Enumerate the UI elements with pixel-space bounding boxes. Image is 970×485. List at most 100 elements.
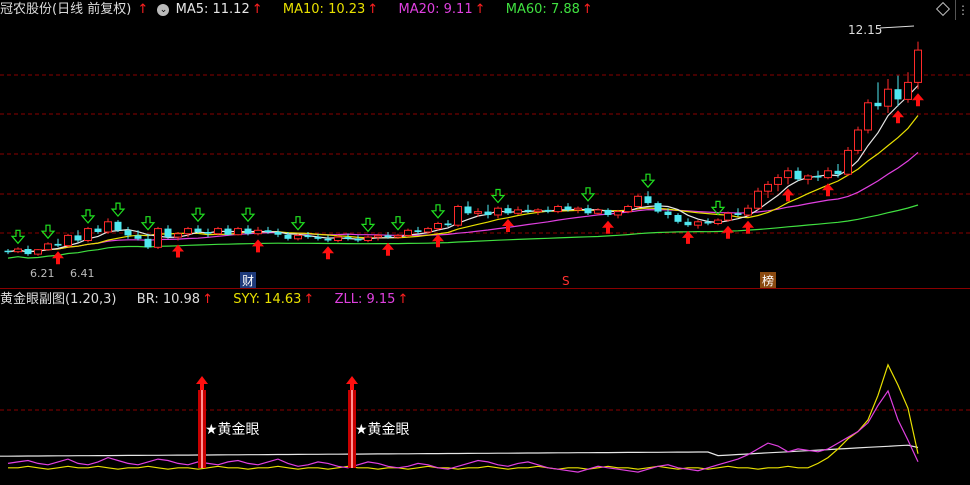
candle-body <box>4 250 12 253</box>
buy-arrow <box>682 230 694 244</box>
ma20-up-icon: ↑ <box>474 2 486 17</box>
candle-body <box>784 170 792 179</box>
candle-body <box>354 238 362 241</box>
candle-body <box>214 228 222 235</box>
buy-arrow <box>322 246 334 260</box>
candle-body <box>714 219 722 225</box>
sub-chart: ★黄金眼 ★黄金眼 <box>0 363 970 473</box>
candle-body <box>684 221 692 226</box>
candle-body <box>514 209 522 214</box>
candle-body <box>484 211 492 215</box>
stock-title[interactable]: 冠农股份(日线 前复权) <box>0 2 131 17</box>
candle-body <box>864 102 872 131</box>
candle-body <box>844 149 852 175</box>
high-price-pointer <box>879 25 915 29</box>
candle-body <box>394 234 402 238</box>
main-chart: 12.15 6.21 6.41 财 S 榜 <box>0 23 970 288</box>
candle-body <box>664 211 672 215</box>
candle-body <box>614 211 622 216</box>
candle-body <box>914 49 922 83</box>
candle-body <box>854 129 862 151</box>
sell-arrow <box>640 173 656 189</box>
buy-arrow <box>892 110 904 124</box>
candle-body <box>114 221 122 231</box>
zll-value: ZLL: 9.15 <box>334 292 396 307</box>
candle-body <box>304 235 312 238</box>
candle-body <box>534 209 542 213</box>
candle-body <box>14 248 22 253</box>
candle-body <box>64 234 72 247</box>
candle-body <box>224 228 232 235</box>
candle-body <box>524 209 532 212</box>
candle-body <box>344 237 352 239</box>
panel-toggle-icon[interactable]: ⋮ <box>955 0 970 20</box>
zll-line <box>7 389 919 473</box>
candle-body <box>234 228 242 236</box>
buy-arrow <box>252 239 264 253</box>
low-price-label: 6.21 <box>30 267 55 280</box>
candle-body <box>604 209 612 215</box>
candle-body <box>104 221 112 233</box>
buy-arrow <box>502 219 514 232</box>
sell-arrow <box>490 188 506 204</box>
collapse-icon[interactable]: ⌄ <box>157 3 170 16</box>
main-legend: 冠农股份(日线 前复权) ↑ ⌄ MA5: 11.12 ↑ MA10: 10.23… <box>0 0 595 20</box>
candle-body <box>794 170 802 180</box>
candle-body <box>634 195 642 208</box>
candle-body <box>574 207 582 211</box>
candle-body <box>554 206 562 213</box>
candle-body <box>44 243 52 251</box>
buy-arrow <box>432 234 444 248</box>
ma20-line <box>7 151 919 253</box>
signal-bar-highlight <box>201 390 203 468</box>
candle-body <box>744 207 752 216</box>
sell-arrow <box>110 202 126 218</box>
candle-body <box>294 234 302 240</box>
candle-body <box>594 209 602 214</box>
sell-arrow <box>390 216 406 231</box>
candle-body <box>384 235 392 238</box>
candle-body <box>654 203 662 212</box>
sell-arrow <box>40 224 56 240</box>
candle-body <box>194 228 202 232</box>
ma5-value: MA5: 11.12 <box>175 2 250 17</box>
event-marker: 榜 <box>762 273 774 288</box>
sell-arrow <box>10 229 26 245</box>
syy-up-icon: ↑ <box>303 292 315 307</box>
candle-body <box>134 235 142 239</box>
sell-arrow <box>290 216 306 231</box>
candle-body <box>474 211 482 214</box>
signal-bar-highlight <box>351 390 353 468</box>
candle-body <box>144 238 152 248</box>
sell-arrow <box>430 204 446 219</box>
candle-body <box>284 234 292 239</box>
buy-arrow <box>382 242 394 256</box>
sell-arrow <box>190 207 206 223</box>
ma5-line <box>7 85 919 253</box>
sub-title[interactable]: 黄金眼副图(1.20,3) <box>0 292 117 307</box>
candle-body <box>244 228 252 234</box>
buy-arrow <box>722 225 734 239</box>
diamond-icon[interactable] <box>935 1 951 17</box>
candle-body <box>174 233 182 238</box>
candle-body <box>454 206 462 226</box>
candle-body <box>724 212 732 221</box>
candle-body <box>644 196 652 204</box>
buy-arrow <box>602 220 614 234</box>
candle-body <box>834 170 842 175</box>
candle-body <box>544 209 552 212</box>
candle-body <box>184 228 192 235</box>
candle-body <box>24 249 32 255</box>
candle-body <box>74 235 82 241</box>
event-marker: 财 <box>242 274 254 288</box>
buy-arrow <box>822 183 834 197</box>
zll-up-icon: ↑ <box>397 292 409 307</box>
candle-body <box>34 249 42 255</box>
signal-arrow <box>196 376 208 390</box>
candle-body <box>334 236 342 242</box>
sell-arrow <box>140 216 156 231</box>
golden-eye-label: ★黄金眼 <box>205 421 260 438</box>
chart-root: { "main_legend": { "title": "冠农股份(日线 前复权… <box>0 0 970 485</box>
candle-body <box>274 232 282 235</box>
candle-body <box>764 183 772 192</box>
